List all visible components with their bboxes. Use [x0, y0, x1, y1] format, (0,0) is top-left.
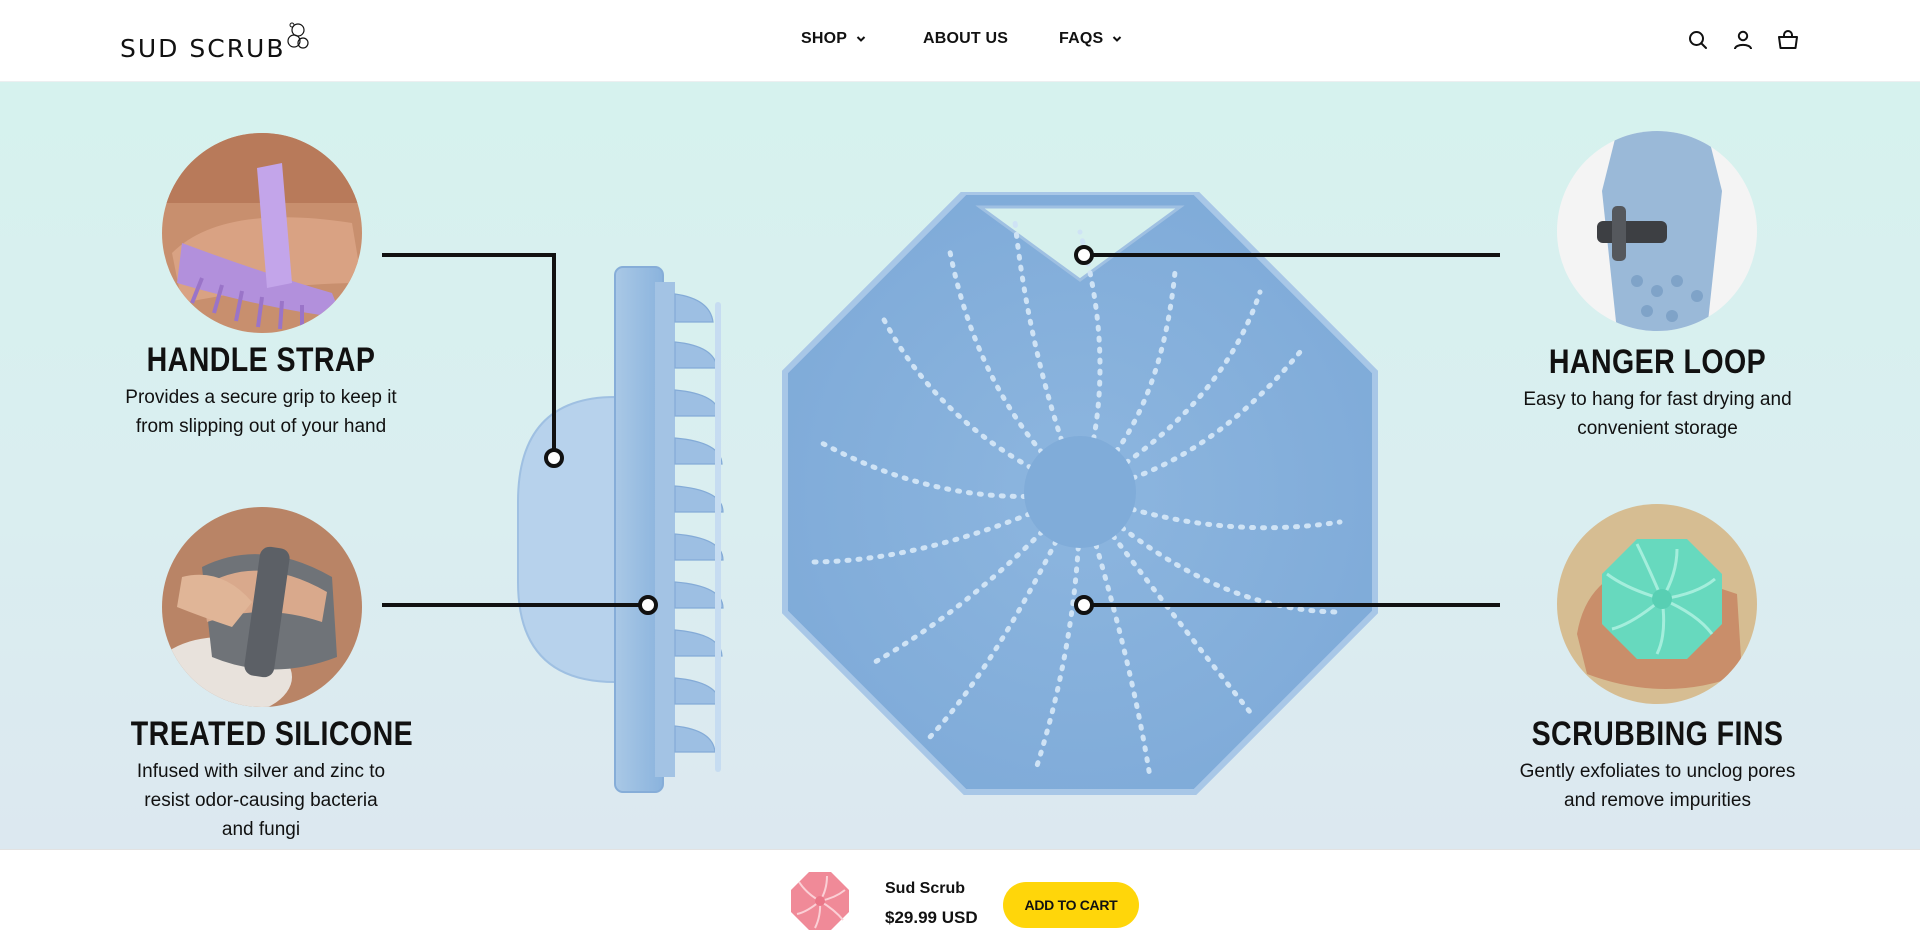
feature-description: Gently exfoliates to unclog pores and re…: [1500, 757, 1815, 815]
nav-faqs[interactable]: FAQS: [1059, 30, 1122, 48]
callout-dot-handle-strap: [544, 448, 564, 468]
nav-about-label: ABOUT US: [923, 30, 1009, 47]
feature-hanger-loop: HANGER LOOP Easy to hang for fast drying…: [1500, 342, 1815, 443]
feature-desc-line: Gently exfoliates to unclog pores: [1519, 760, 1796, 782]
account-icon[interactable]: [1731, 28, 1755, 52]
feature-handle-strap: HANDLE STRAP Provides a secure grip to k…: [106, 340, 416, 441]
nav-about-us[interactable]: ABOUT US: [923, 30, 1008, 48]
main-nav: SHOP ABOUT US FAQS: [0, 0, 1920, 82]
feature-desc-line: convenient storage: [1577, 417, 1738, 439]
feature-desc-line: Easy to hang for fast drying and: [1523, 388, 1792, 410]
feature-description: Provides a secure grip to keep it from s…: [106, 383, 416, 441]
feature-title: TREATED SILICONE: [130, 715, 414, 753]
site-header: SUD SCRUB SHOP ABOUT US FAQS: [0, 0, 1920, 82]
feature-title: HANGER LOOP: [1548, 343, 1767, 381]
handle-strap-photo: [162, 133, 362, 333]
sticky-product-name: Sud Scrub: [885, 880, 966, 897]
feature-diagram-hero: HANDLE STRAP Provides a secure grip to k…: [0, 82, 1920, 849]
scrubbing-fins-photo: [1557, 504, 1757, 704]
feature-desc-line: and remove impurities: [1564, 789, 1751, 811]
feature-desc-line: resist odor-causing bacteria: [144, 789, 378, 811]
callout-dot-hanger-loop: [1074, 245, 1094, 265]
callout-dot-scrubbing-fins: [1074, 595, 1094, 615]
treated-silicone-photo: [162, 507, 362, 707]
chevron-down-icon: [856, 36, 866, 42]
cart-icon[interactable]: [1776, 28, 1800, 52]
search-icon[interactable]: [1686, 28, 1710, 52]
add-to-cart-button[interactable]: ADD TO CART: [1003, 882, 1139, 928]
feature-desc-line: and fungi: [221, 818, 301, 840]
feature-title: SCRUBBING FINS: [1531, 715, 1784, 753]
chevron-down-icon: [1113, 36, 1122, 42]
feature-scrubbing-fins: SCRUBBING FINS Gently exfoliates to uncl…: [1500, 714, 1815, 815]
nav-shop-label: SHOP: [801, 30, 848, 47]
feature-desc-line: from slipping out of your hand: [135, 415, 387, 437]
feature-desc-line: Provides a secure grip to keep it: [125, 386, 397, 408]
feature-treated-silicone: TREATED SILICONE Infused with silver and…: [106, 714, 416, 844]
feature-description: Easy to hang for fast drying and conveni…: [1500, 385, 1815, 443]
sticky-product-price: $29.99 USD: [885, 908, 978, 927]
feature-desc-line: Infused with silver and zinc to: [136, 760, 386, 782]
hanger-loop-photo: [1557, 131, 1757, 331]
feature-description: Infused with silver and zinc to resist o…: [106, 757, 416, 844]
nav-shop[interactable]: SHOP: [801, 30, 866, 48]
feature-title: HANDLE STRAP: [146, 341, 376, 379]
nav-faqs-label: FAQS: [1059, 30, 1104, 47]
product-thumbnail[interactable]: [789, 870, 851, 932]
sticky-add-to-cart-bar: Sud Scrub $29.99 USD ADD TO CART: [0, 849, 1920, 945]
callout-dot-treated-silicone: [638, 595, 658, 615]
